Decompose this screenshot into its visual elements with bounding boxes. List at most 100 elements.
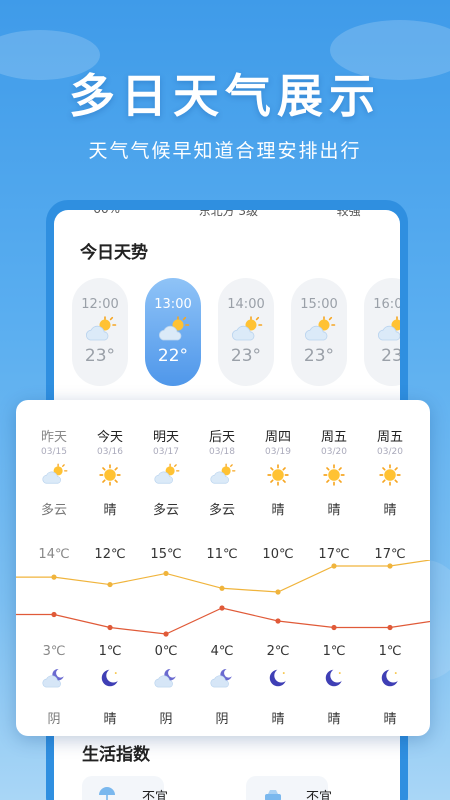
weather-detail-row: 66% 东北方 3级 较强 (54, 210, 400, 220)
low-temp: 1℃ (378, 644, 402, 659)
temperature-trend-chart (16, 560, 430, 637)
hourly-item[interactable]: 12:00 23° (72, 278, 128, 386)
night-condition: 阴 (215, 712, 229, 727)
day-name: 昨天 (40, 430, 67, 445)
umbrella-icon (96, 784, 118, 800)
hour-temp: 23 (381, 346, 400, 366)
low-temp: 0℃ (154, 644, 178, 659)
hour-time: 16:00 (373, 297, 400, 312)
high-temp: 15℃ (150, 547, 182, 562)
low-temp-point (51, 611, 57, 618)
day-name: 后天 (208, 430, 235, 445)
high-temp: 17℃ (318, 547, 350, 562)
forecast-day[interactable]: 周五 03/20 晴 17℃ 1℃ 晴 (362, 400, 418, 727)
day-date: 03/16 (97, 447, 123, 457)
moon-icon (264, 666, 292, 690)
high-temp-point (219, 585, 225, 591)
moon-icon (320, 666, 348, 690)
hourly-item[interactable]: 14:00 23° (218, 278, 274, 386)
hour-temp: 23° (303, 346, 335, 366)
multi-day-forecast-card: 昨天 03/15 多云 14℃ 3℃ 阴 今天 03/16 晴 12℃ 1℃ 晴 明天 03/17 多云 15… (16, 400, 430, 736)
hour-time: 14:00 (227, 297, 265, 312)
low-temp-point (107, 624, 113, 631)
day-condition: 晴 (327, 503, 341, 518)
night-condition: 阴 (159, 712, 173, 727)
hour-temp: 22° (157, 346, 189, 366)
sun-icon (96, 463, 124, 487)
moon-icon (96, 666, 124, 690)
day-date: 03/17 (153, 447, 179, 457)
day-date: 03/20 (377, 447, 403, 457)
high-temp: 14℃ (38, 547, 70, 562)
day-date: 03/19 (265, 447, 291, 457)
partly-cloudy-icon (302, 316, 336, 344)
high-temp-point (387, 563, 393, 569)
low-temp: 4℃ (210, 644, 234, 659)
day-name: 周五 (376, 430, 403, 445)
day-name: 周四 (264, 430, 291, 445)
low-temp: 1℃ (98, 644, 122, 659)
night-condition: 晴 (383, 712, 397, 727)
day-name: 今天 (96, 430, 123, 445)
sun-icon (320, 463, 348, 487)
hourly-forecast[interactable]: 12:00 23° 13:00 22° 14:00 23° 15:00 23° 16:00 23 (64, 278, 400, 388)
low-temp-point (275, 618, 281, 624)
day-date: 03/18 (209, 447, 235, 457)
low-temp: 2℃ (266, 644, 290, 659)
hourly-item[interactable]: 13:00 22° (145, 278, 201, 386)
car-wash-icon (262, 784, 284, 800)
day-condition: 晴 (383, 503, 397, 518)
today-trend-title: 今日天势 (80, 243, 148, 263)
night-condition: 晴 (271, 712, 285, 727)
low-temp-point (163, 631, 169, 637)
hour-time: 12:00 (81, 297, 119, 312)
forecast-day[interactable]: 周四 03/19 晴 10℃ 2℃ 晴 (250, 400, 306, 727)
humidity-value: 66% (93, 210, 120, 220)
low-temp-point (387, 624, 393, 631)
high-temp-point (51, 574, 57, 580)
night-condition: 晴 (103, 712, 117, 727)
high-temp: 10℃ (262, 547, 294, 562)
cloudy-night-icon (40, 666, 68, 690)
forecast-day[interactable]: 周五 03/20 晴 17℃ 1℃ 晴 (306, 400, 362, 727)
high-temp: 11℃ (206, 547, 238, 562)
day-name: 明天 (152, 430, 179, 445)
low-temp-point (219, 605, 225, 611)
partly-cloudy-icon (375, 316, 400, 344)
high-temp-point (275, 589, 281, 595)
day-date: 03/15 (41, 447, 67, 457)
day-condition: 晴 (103, 503, 117, 518)
partly-cloudy-icon (152, 463, 180, 487)
hour-temp: 23° (230, 346, 262, 366)
partly-cloudy-icon (83, 316, 117, 344)
day-condition: 多云 (152, 503, 179, 518)
wind-value: 东北方 3级 (198, 210, 259, 218)
day-condition: 多云 (208, 503, 235, 518)
life-index-label: 不宜 (306, 790, 333, 800)
forecast-day[interactable]: 明天 03/17 多云 15℃ 0℃ 阴 (138, 400, 194, 727)
low-temp: 1℃ (322, 644, 346, 659)
forecast-day[interactable]: 今天 03/16 晴 12℃ 1℃ 晴 (82, 400, 138, 727)
uv-value: 较强 (336, 210, 361, 218)
day-name: 周五 (320, 430, 347, 445)
forecast-day[interactable]: 昨天 03/15 多云 14℃ 3℃ 阴 (26, 400, 82, 727)
partly-cloudy-icon (156, 316, 190, 344)
life-index-title: 生活指数 (82, 745, 150, 765)
sun-icon (376, 463, 404, 487)
hourly-item[interactable]: 15:00 23° (291, 278, 347, 386)
hourly-item[interactable]: 16:00 23 (364, 278, 400, 386)
hour-time: 15:00 (300, 297, 338, 312)
high-temp: 17℃ (374, 547, 406, 562)
low-temp: 3℃ (42, 644, 66, 659)
high-temp: 12℃ (94, 547, 126, 562)
moon-icon (376, 666, 404, 690)
night-condition: 晴 (327, 712, 341, 727)
day-condition: 晴 (271, 503, 285, 518)
low-temp-point (331, 624, 337, 631)
day-date: 03/20 (321, 447, 347, 457)
high-temp-point (107, 581, 113, 588)
forecast-day[interactable]: 后天 03/18 多云 11℃ 4℃ 阴 (194, 400, 250, 727)
high-temp-point (331, 563, 337, 569)
promo-title: 多日天气展示 (69, 69, 381, 123)
sun-icon (264, 463, 292, 487)
